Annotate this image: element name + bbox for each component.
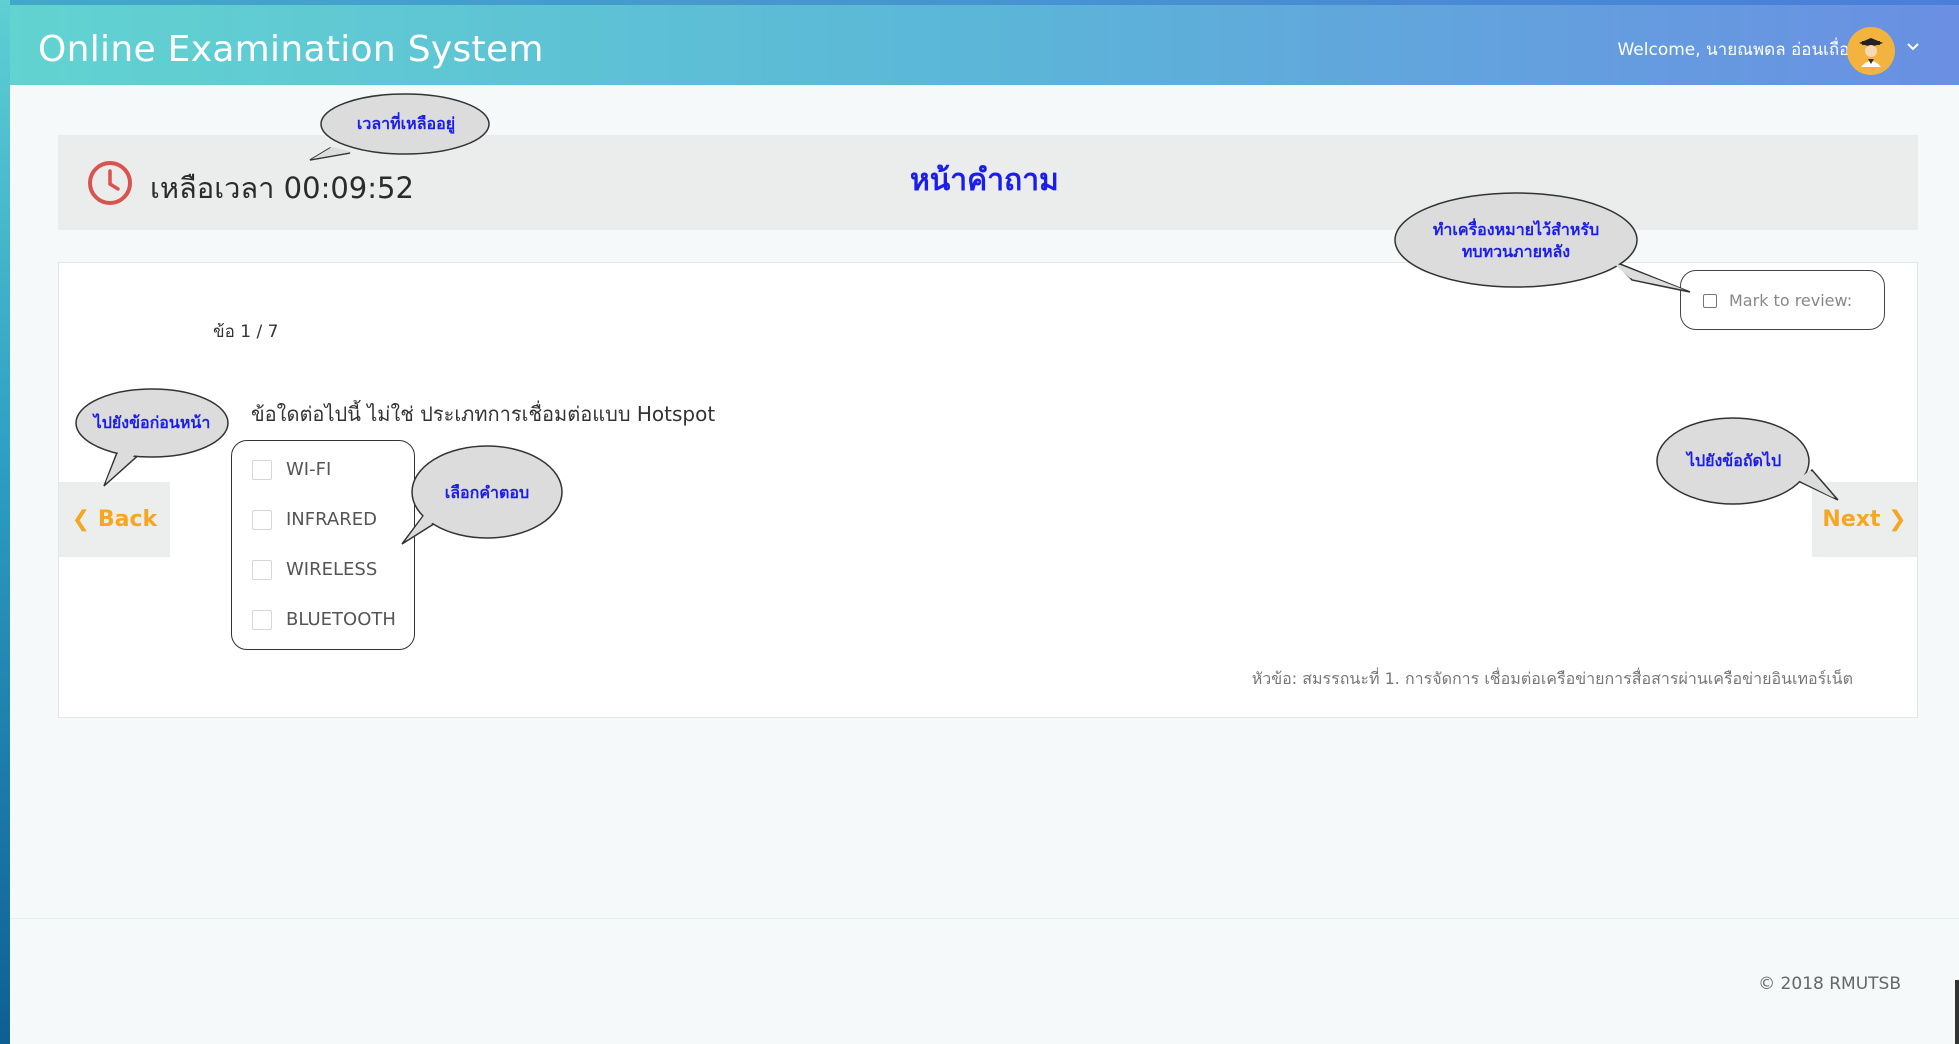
left-edge-strip [0, 0, 10, 1044]
next-button[interactable]: Next ❯ [1812, 482, 1917, 557]
graduate-avatar-icon[interactable] [1847, 27, 1895, 75]
question-number: ข้อ 1 / 7 [213, 322, 279, 342]
topic-text: หัวข้อ: สมรรถนะที่ 1. การจัดการ เชื่อมต่… [1251, 669, 1853, 688]
page-title: หน้าคำถาม [910, 163, 1059, 198]
mark-review-checkbox[interactable] [1703, 293, 1717, 308]
option-label: WIRELESS [286, 559, 378, 580]
back-button[interactable]: ❮ Back [59, 482, 170, 557]
app-title: Online Examination System [38, 29, 544, 70]
answer-options: WI-FI INFRARED WIRELESS BLUETOOTH [231, 440, 415, 650]
option-label: WI-FI [286, 459, 332, 480]
question-card: ข้อ 1 / 7 Mark to review: ข้อใดต่อไปนี้ … [58, 262, 1918, 718]
header-bar: Online Examination System Welcome, นายณพ… [10, 5, 1959, 85]
mark-review-box: Mark to review: [1680, 270, 1885, 330]
option-wireless[interactable]: WIRELESS [252, 559, 377, 580]
option-bluetooth[interactable]: BLUETOOTH [252, 609, 396, 630]
timer-bar: เหลือเวลา 00:09:52 หน้าคำถาม [58, 135, 1918, 230]
option-label: INFRARED [286, 509, 377, 530]
copyright: © 2018 RMUTSB [1758, 974, 1901, 994]
chevron-down-icon[interactable] [1905, 39, 1921, 55]
option-checkbox[interactable] [252, 609, 272, 630]
option-checkbox[interactable] [252, 509, 272, 530]
window-edge [1955, 980, 1959, 1044]
timer-label: เหลือเวลา 00:09:52 [150, 171, 414, 205]
option-wifi[interactable]: WI-FI [252, 459, 331, 480]
option-checkbox[interactable] [252, 559, 272, 580]
question-text: ข้อใดต่อไปนี้ ไม่ใช่ ประเภทการเชื่อมต่อแ… [251, 402, 716, 426]
welcome-text: Welcome, นายณพดล อ่อนเถื่อน [1617, 40, 1861, 60]
mark-review-label: Mark to review: [1729, 291, 1853, 310]
option-infrared[interactable]: INFRARED [252, 509, 377, 530]
option-label: BLUETOOTH [286, 609, 396, 630]
option-checkbox[interactable] [252, 459, 272, 480]
footer-divider [10, 918, 1959, 919]
clock-icon [86, 159, 134, 211]
main-content: เหลือเวลา 00:09:52 หน้าคำถาม ข้อ 1 / 7 M… [10, 85, 1959, 1044]
